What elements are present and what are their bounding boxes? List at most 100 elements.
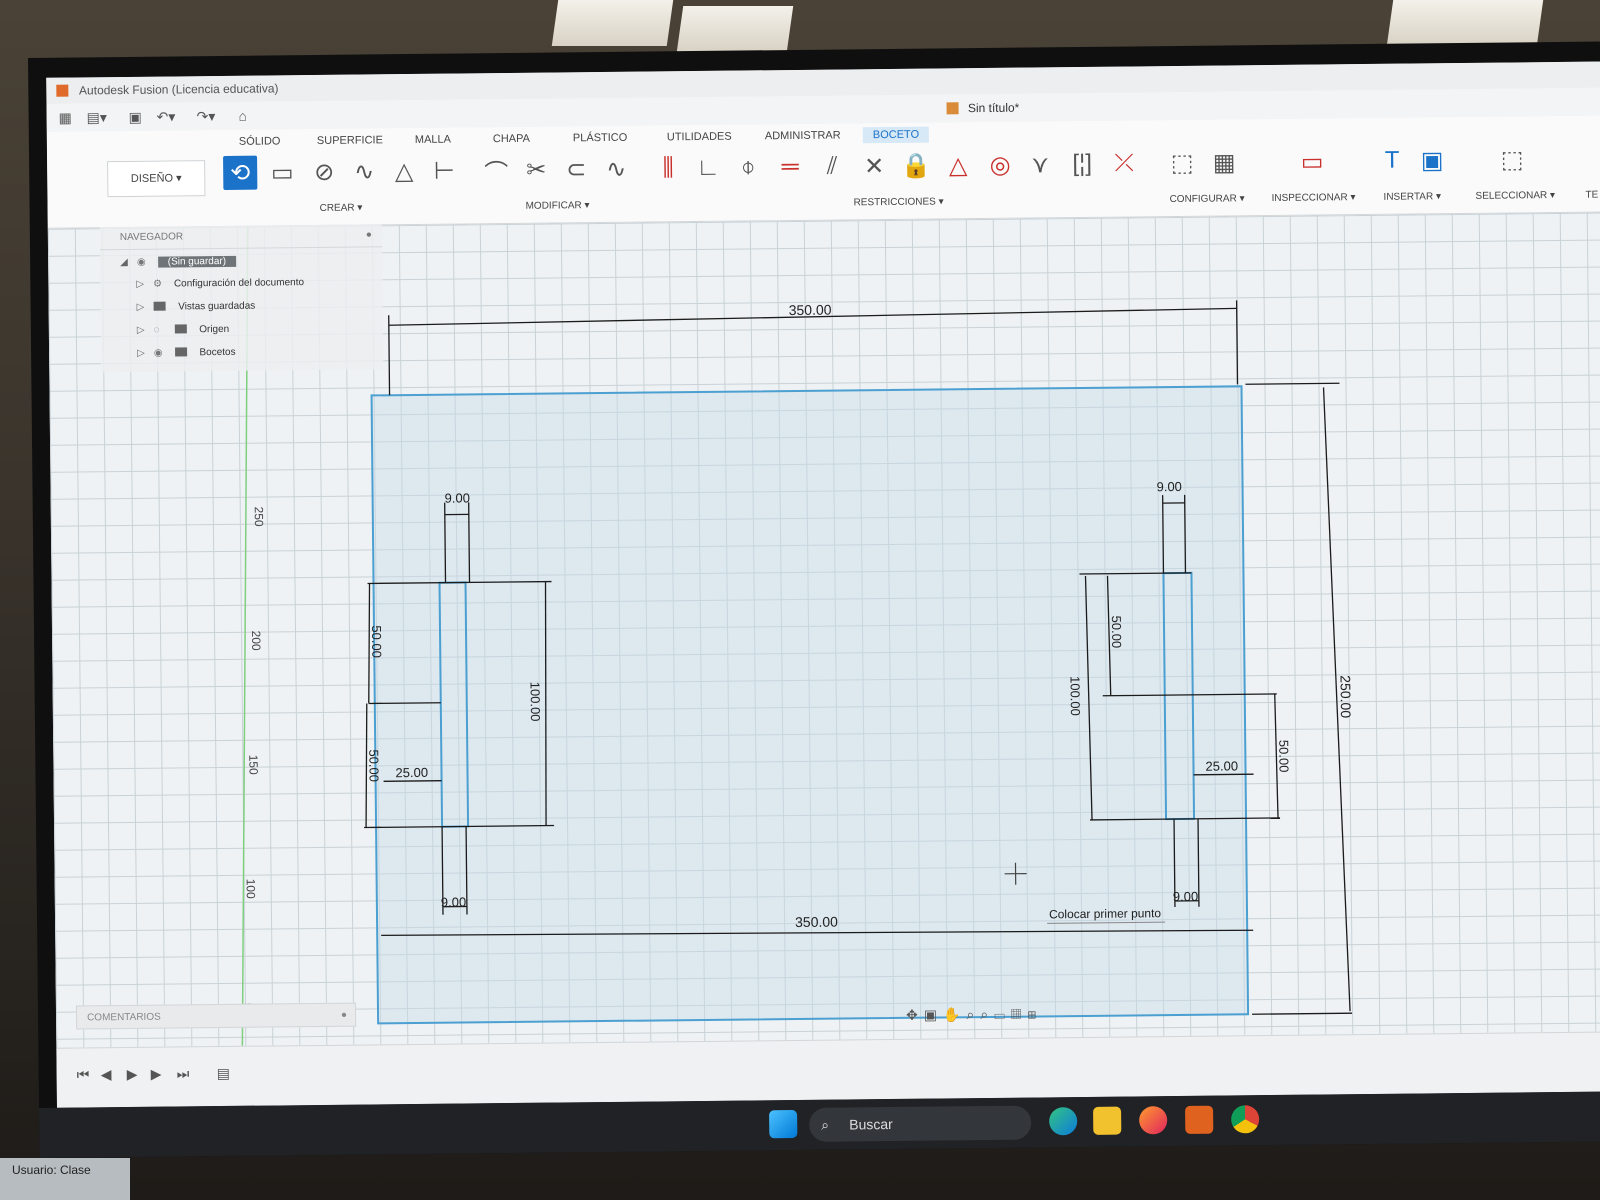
tab-boceto[interactable]: BOCETO <box>862 126 930 144</box>
dim-right-total[interactable]: 100.00 <box>1068 676 1083 716</box>
offset-tool-icon[interactable]: ⊂ <box>559 152 593 186</box>
dim-left-upper[interactable]: 50.00 <box>369 625 384 658</box>
fix-constraint-lock-icon[interactable]: 🔒 <box>899 149 933 183</box>
dim-left-offset[interactable]: 25.00 <box>395 765 428 780</box>
nav-item-document-settings[interactable]: ▷ ⚙ Configuración del documento <box>136 273 304 295</box>
file-menu-icon[interactable]: ▤▾ <box>87 109 107 126</box>
dimension-tool-icon[interactable]: ⊢ <box>427 153 461 187</box>
measure-icon[interactable]: ▭ <box>1295 144 1329 178</box>
orbit-icon[interactable]: ✥ <box>906 1007 924 1023</box>
configurar-group-label[interactable]: CONFIGURAR ▾ <box>1169 193 1244 205</box>
concentric-constraint-icon[interactable]: ◎ <box>983 148 1017 182</box>
pan-icon[interactable]: ✋ <box>943 1006 967 1022</box>
tab-chapa[interactable]: CHAPA <box>493 133 530 145</box>
expand-arrow-icon[interactable]: ▷ <box>137 321 151 341</box>
equal-constraint-icon[interactable]: ═ <box>773 150 807 184</box>
circle-tool-icon[interactable]: ⊘ <box>307 155 341 189</box>
rectangle-tool-icon[interactable]: ▭ <box>265 155 299 189</box>
nav-item-saved-views[interactable]: ▷ Vistas guardadas <box>137 297 256 318</box>
tab-solido[interactable]: SÓLIDO <box>239 135 281 147</box>
dim-left-lower[interactable]: 50.00 <box>366 749 381 782</box>
workspace-selector[interactable]: DISEÑO ▾ <box>107 160 206 198</box>
eye-icon[interactable]: ◉ <box>137 253 155 273</box>
tangent-constraint-icon[interactable]: ⌽ <box>731 150 765 184</box>
home-icon[interactable]: ⌂ <box>239 108 248 124</box>
dim-left-slot-width-bottom[interactable]: 9.00 <box>441 894 466 909</box>
expand-arrow-icon[interactable]: ▷ <box>137 344 151 364</box>
grid-icon[interactable]: ▦ <box>1011 1006 1028 1022</box>
insertar-group-label[interactable]: INSERTAR ▾ <box>1383 191 1441 203</box>
dim-right-height[interactable]: 250.00 <box>1338 675 1354 718</box>
select-box-icon[interactable]: ⬚ <box>1495 142 1529 176</box>
edge-icon[interactable] <box>1049 1107 1078 1136</box>
nav-item-origin[interactable]: ▷ ◌ Origen <box>137 320 230 341</box>
dim-right-upper[interactable]: 50.00 <box>1109 616 1124 649</box>
eye-hidden-icon[interactable]: ◌ <box>154 321 172 341</box>
navigator-pin-icon[interactable]: ● <box>366 224 372 246</box>
eye-icon[interactable]: ◉ <box>154 344 172 364</box>
expand-arrow-icon[interactable]: ◢ <box>120 253 134 273</box>
start-icon[interactable] <box>769 1110 798 1139</box>
viewports-icon[interactable]: ⊞ <box>1027 1005 1042 1021</box>
app-grid-icon[interactable]: ▦ <box>59 110 72 127</box>
fit-icon[interactable]: ⌕ <box>980 1006 994 1022</box>
configure-table-icon[interactable]: ▦ <box>1207 145 1241 179</box>
dim-left-total[interactable]: 100.00 <box>528 682 543 722</box>
symmetry-constraint-icon[interactable]: [¦] <box>1065 147 1099 181</box>
document-tab[interactable]: Sin título* <box>946 94 1019 123</box>
line-tool-icon[interactable]: ⟲ <box>223 155 258 190</box>
play-icon[interactable]: ▶ <box>127 1066 138 1083</box>
display-settings-icon[interactable]: ▭ <box>994 1006 1011 1022</box>
curve-tool-icon[interactable]: ∿ <box>599 152 633 186</box>
spline-tool-icon[interactable]: ∿ <box>347 154 381 188</box>
nav-item-sketches[interactable]: ▷ ◉ Bocetos <box>137 343 236 364</box>
coincident-constraint-icon[interactable]: ⫼ <box>651 151 685 185</box>
chrome-icon[interactable] <box>1231 1105 1260 1134</box>
tab-malla[interactable]: MALLA <box>415 134 451 146</box>
tab-utilidades[interactable]: UTILIDADES <box>667 131 732 144</box>
curvature-constraint-icon[interactable]: ⤫ <box>1107 146 1141 180</box>
firefox-icon[interactable] <box>1139 1106 1168 1135</box>
dim-left-slot-width-top[interactable]: 9.00 <box>445 490 470 505</box>
insert-text-icon[interactable]: T <box>1375 144 1409 178</box>
dim-top-width[interactable]: 350.00 <box>789 302 832 318</box>
expand-arrow-icon[interactable]: ▷ <box>136 275 150 295</box>
undo-icon[interactable]: ↶▾ <box>157 108 176 125</box>
zoom-icon[interactable]: ⌕ <box>966 1006 980 1022</box>
navigator-header[interactable]: NAVEGADOR ● <box>99 224 383 251</box>
dim-right-offset[interactable]: 25.00 <box>1205 758 1238 773</box>
first-step-icon[interactable]: ⏮ <box>77 1066 90 1083</box>
last-step-icon[interactable]: ⏭ <box>177 1065 190 1082</box>
tab-plastico[interactable]: PLÁSTICO <box>573 132 628 145</box>
insert-image-icon[interactable]: ▣ <box>1415 143 1449 177</box>
parallel-constraint-icon[interactable]: ⫽ <box>815 149 849 183</box>
sketch-feature-icon[interactable]: ▤ <box>217 1065 230 1082</box>
triangle-constraint-icon[interactable]: △ <box>941 148 975 182</box>
fillet-tool-icon[interactable]: ⌒ <box>479 153 513 187</box>
add-comment-icon[interactable]: ● <box>341 1004 347 1028</box>
nav-root[interactable]: ◢ ◉ (Sin guardar) <box>120 252 237 273</box>
save-icon[interactable]: ▣ <box>129 109 142 126</box>
taskbar-search[interactable]: ⌕ Buscar <box>809 1105 1032 1142</box>
seleccionar-group-label[interactable]: SELECCIONAR ▾ <box>1475 190 1555 202</box>
trim-tool-icon[interactable]: ✂ <box>519 153 553 187</box>
fusion-taskbar-icon[interactable] <box>1185 1105 1214 1134</box>
crear-group-label[interactable]: CREAR ▾ <box>320 203 363 214</box>
finish-sketch-label[interactable]: TE <box>1585 190 1598 201</box>
restricciones-group-label[interactable]: RESTRICCIONES ▾ <box>854 196 944 208</box>
triangle-tool-icon[interactable]: △ <box>387 154 421 188</box>
dim-bottom-width[interactable]: 350.00 <box>795 914 838 930</box>
modificar-group-label[interactable]: MODIFICAR ▾ <box>526 200 590 212</box>
redo-icon[interactable]: ↷▾ <box>197 108 216 125</box>
previous-step-icon[interactable]: ◀ <box>101 1066 112 1083</box>
perpendicular-constraint-icon[interactable]: ∟ <box>691 151 725 185</box>
dim-right-slot-width-bottom[interactable]: 9.00 <box>1173 889 1198 904</box>
comments-panel[interactable]: COMENTARIOS ● <box>75 1002 357 1030</box>
next-step-icon[interactable]: ▶ <box>151 1066 162 1083</box>
configure-box-icon[interactable]: ⬚ <box>1165 146 1199 180</box>
midpoint-constraint-icon[interactable]: ⋎ <box>1023 147 1057 181</box>
expand-arrow-icon[interactable]: ▷ <box>137 298 151 318</box>
tab-superficie[interactable]: SUPERFICIE <box>317 134 383 147</box>
collinear-constraint-icon[interactable]: ✕ <box>857 149 891 183</box>
dim-right-lower[interactable]: 50.00 <box>1276 740 1291 773</box>
